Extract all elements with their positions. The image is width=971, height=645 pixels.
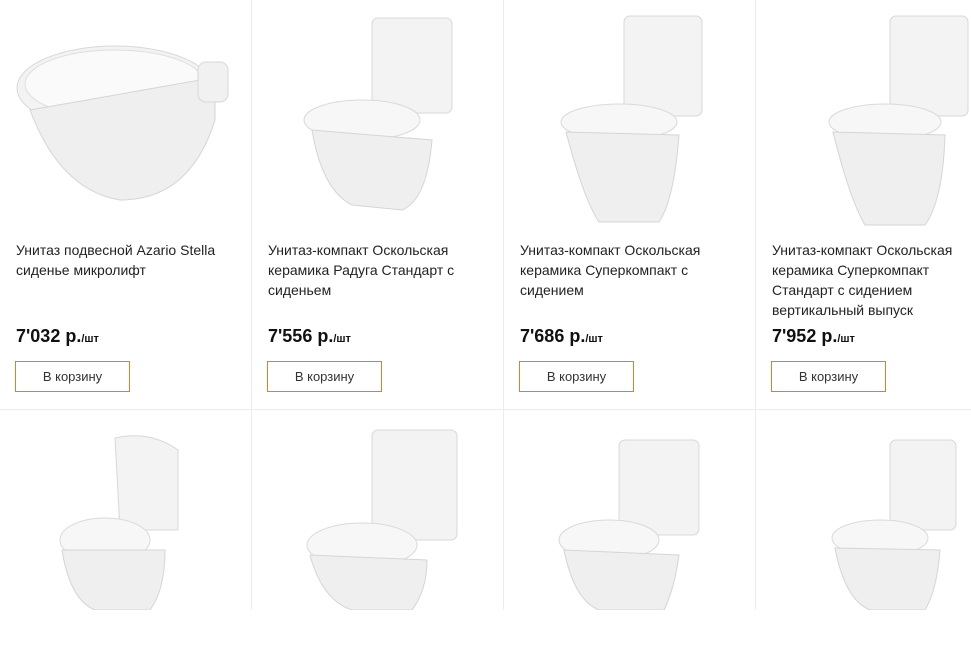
product-card bbox=[756, 410, 971, 610]
product-card: Унитаз-компакт Оскольская керамика Супер… bbox=[756, 0, 971, 410]
product-price: 7'032 р./шт bbox=[16, 326, 99, 346]
add-to-cart-button[interactable]: В корзину bbox=[519, 361, 634, 392]
product-price: 7'686 р./шт bbox=[520, 326, 603, 346]
product-price: 7'556 р./шт bbox=[268, 326, 351, 346]
product-card: Унитаз-компакт Оскольская керамика Супер… bbox=[504, 0, 756, 410]
wall-hung-toilet-icon[interactable] bbox=[0, 0, 252, 235]
product-title[interactable]: Унитаз-компакт Оскольская керамика Радуг… bbox=[268, 240, 498, 300]
product-card bbox=[0, 410, 252, 610]
add-to-cart-button[interactable]: В корзину bbox=[771, 361, 886, 392]
product-card bbox=[252, 410, 504, 610]
product-title[interactable]: Унитаз-компакт Оскольская керамика Супер… bbox=[772, 240, 971, 320]
product-card: Унитаз подвесной Azario Stella сиденье м… bbox=[0, 0, 252, 410]
close-coupled-toilet-icon[interactable] bbox=[756, 0, 971, 235]
product-price: 7'952 р./шт bbox=[772, 326, 855, 346]
product-card: Унитаз-компакт Оскольская керамика Радуг… bbox=[252, 0, 504, 410]
product-title[interactable]: Унитаз-компакт Оскольская керамика Супер… bbox=[520, 240, 750, 300]
close-coupled-toilet-icon[interactable] bbox=[252, 0, 504, 235]
product-title[interactable]: Унитаз подвесной Azario Stella сиденье м… bbox=[16, 240, 246, 280]
add-to-cart-button[interactable]: В корзину bbox=[15, 361, 130, 392]
product-grid: Унитаз подвесной Azario Stella сиденье м… bbox=[0, 0, 971, 610]
close-coupled-toilet-icon[interactable] bbox=[504, 0, 756, 235]
product-card bbox=[504, 410, 756, 610]
add-to-cart-button[interactable]: В корзину bbox=[267, 361, 382, 392]
